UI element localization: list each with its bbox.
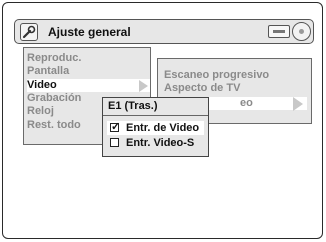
submenu-item-escaneo[interactable]: Escaneo progresivo [164,69,307,82]
option-label: Entr. Video-S [126,137,195,149]
checkbox-icon[interactable] [110,138,119,147]
menu-item-video[interactable]: Video [27,79,150,92]
menu-item-label: Pantalla [27,65,70,77]
submenu-item-label: eo [240,97,253,109]
option-entr-video-s[interactable]: Entr. Video-S [107,136,204,150]
wrench-icon [20,23,38,41]
submenu-item-aspecto[interactable]: Aspecto de TV [164,82,307,95]
disc-tray-icon [268,25,290,38]
checkbox-checked-icon[interactable] [110,120,120,134]
submenu-item-label: Aspecto de TV [164,82,241,94]
option-label: Entr. de Video [126,122,200,134]
menu-item-reproduc[interactable]: Reproduc. [27,52,149,65]
popup-header: E1 (Tras.) [103,98,208,116]
arrow-right-icon [139,80,148,92]
popup-title: E1 (Tras.) [108,100,158,112]
disc-icon [292,22,311,41]
submenu-item-label: Escaneo progresivo [164,69,270,81]
page-title: Ajuste general [48,25,131,39]
input-select-popup: E1 (Tras.) Entr. de Video Entr. Video-S [102,97,209,157]
option-entr-de-video[interactable]: Entr. de Video [107,120,204,135]
menu-item-label: Reloj [27,105,54,117]
header-bar: Ajuste general [14,19,314,44]
menu-item-label: Rest. todo [27,119,81,131]
menu-item-label: Grabación [27,92,82,104]
menu-item-label: Reproduc. [27,52,82,64]
arrow-right-icon [293,97,303,111]
menu-item-label: Video [27,79,57,91]
menu-item-pantalla[interactable]: Pantalla [27,65,149,78]
